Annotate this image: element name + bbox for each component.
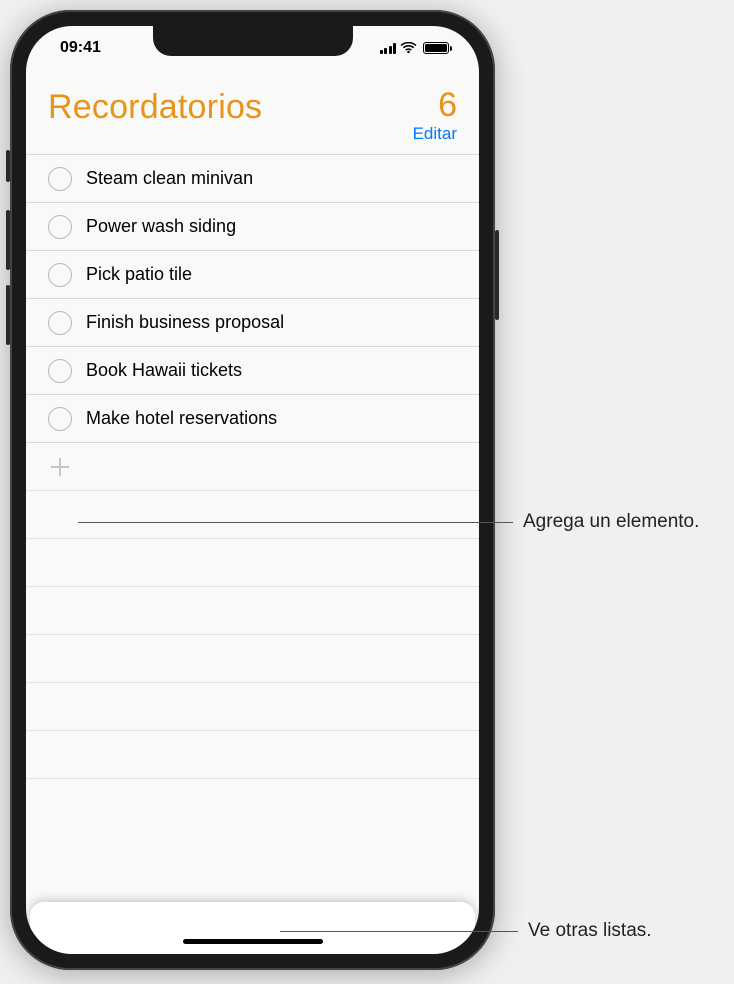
empty-line (26, 730, 479, 778)
plus-icon[interactable] (48, 455, 72, 479)
circle-icon[interactable] (48, 167, 72, 191)
item-count-badge: 6 (438, 88, 457, 122)
list-item[interactable]: Steam clean minivan (26, 154, 479, 202)
lists-sheet-handle[interactable] (30, 902, 475, 954)
wifi-icon (400, 42, 417, 55)
circle-icon[interactable] (48, 263, 72, 287)
battery-icon (423, 42, 449, 54)
home-indicator[interactable] (183, 939, 323, 944)
empty-line (26, 490, 479, 538)
add-item-row[interactable] (26, 442, 479, 490)
reminder-text: Steam clean minivan (86, 168, 253, 189)
annotation-text: Agrega un elemento. (523, 510, 699, 535)
notch (153, 26, 353, 56)
edit-button[interactable]: Editar (413, 124, 457, 144)
reminder-text: Make hotel reservations (86, 408, 277, 429)
cellular-signal-icon (380, 42, 397, 54)
empty-line (26, 586, 479, 634)
list-item[interactable]: Book Hawaii tickets (26, 346, 479, 394)
circle-icon[interactable] (48, 407, 72, 431)
annotation-text: Ve otras listas. (528, 920, 652, 942)
empty-line (26, 538, 479, 586)
status-time: 09:41 (50, 39, 101, 57)
list-item[interactable]: Pick patio tile (26, 250, 479, 298)
list-item[interactable]: Finish business proposal (26, 298, 479, 346)
list-title: Recordatorios (48, 88, 262, 127)
phone-frame: 09:41 Recordatorios 6 Editar Steam cl (10, 10, 495, 970)
status-icons (380, 42, 456, 55)
circle-icon[interactable] (48, 359, 72, 383)
circle-icon[interactable] (48, 311, 72, 335)
volume-up-button (6, 210, 10, 270)
reminder-text: Book Hawaii tickets (86, 360, 242, 381)
empty-line (26, 778, 479, 826)
list-header: Recordatorios 6 Editar (26, 70, 479, 154)
reminder-text: Finish business proposal (86, 312, 284, 333)
empty-line (26, 682, 479, 730)
power-button (495, 230, 499, 320)
list-item[interactable]: Power wash siding (26, 202, 479, 250)
empty-line (26, 634, 479, 682)
reminder-text: Pick patio tile (86, 264, 192, 285)
silence-switch (6, 150, 10, 182)
volume-down-button (6, 285, 10, 345)
circle-icon[interactable] (48, 215, 72, 239)
list-item[interactable]: Make hotel reservations (26, 394, 479, 442)
reminder-text: Power wash siding (86, 216, 236, 237)
screen: 09:41 Recordatorios 6 Editar Steam cl (26, 26, 479, 954)
reminders-list: Steam clean minivan Power wash siding Pi… (26, 154, 479, 893)
